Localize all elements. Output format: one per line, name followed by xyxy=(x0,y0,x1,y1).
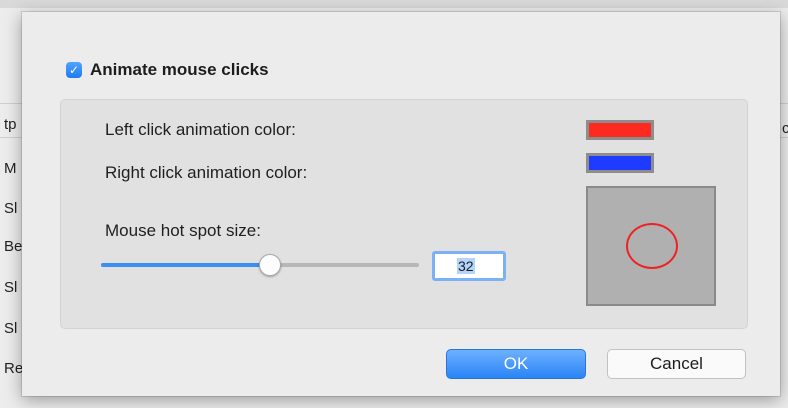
background-text-fragment: M xyxy=(4,160,17,177)
background-text-fragment: Re xyxy=(4,360,24,377)
background-text-fragment: Sl xyxy=(4,279,18,296)
mouse-click-settings-dialog: ✓ Animate mouse clicks Left click animat… xyxy=(22,12,780,396)
animate-mouse-clicks-label[interactable]: Animate mouse clicks xyxy=(90,60,269,80)
background-title-bar xyxy=(0,0,788,8)
background-text-fragment: Be xyxy=(4,238,23,255)
cancel-button[interactable]: Cancel xyxy=(607,349,746,379)
hot-spot-preview xyxy=(586,186,716,306)
hot-spot-size-value: 32 xyxy=(457,258,475,274)
ok-button[interactable]: OK xyxy=(446,349,586,379)
slider-thumb[interactable] xyxy=(258,254,281,276)
animate-mouse-clicks-checkbox-row[interactable]: ✓ Animate mouse clicks xyxy=(66,60,269,80)
background-text-fragment: Sl xyxy=(4,320,18,337)
animation-settings-group: Left click animation color: Right click … xyxy=(60,99,748,329)
background-text-fragment: tp xyxy=(4,116,17,133)
background-text-fragment: Sl xyxy=(4,200,18,217)
checkmark-icon: ✓ xyxy=(68,63,80,77)
hot-spot-size-label: Mouse hot spot size: xyxy=(105,221,261,240)
animate-mouse-clicks-checkbox[interactable]: ✓ xyxy=(66,62,82,78)
right-click-color-label: Right click animation color: xyxy=(105,163,308,182)
hot-spot-size-slider[interactable] xyxy=(101,254,419,276)
hot-spot-size-field[interactable]: 32 xyxy=(432,251,506,281)
right-click-color-well[interactable] xyxy=(586,153,654,173)
slider-fill xyxy=(101,263,270,267)
left-click-color-well[interactable] xyxy=(586,120,654,140)
hot-spot-circle-icon xyxy=(626,223,678,269)
left-click-color-label: Left click animation color: xyxy=(105,120,296,139)
background-text-fragment: c xyxy=(782,120,788,137)
